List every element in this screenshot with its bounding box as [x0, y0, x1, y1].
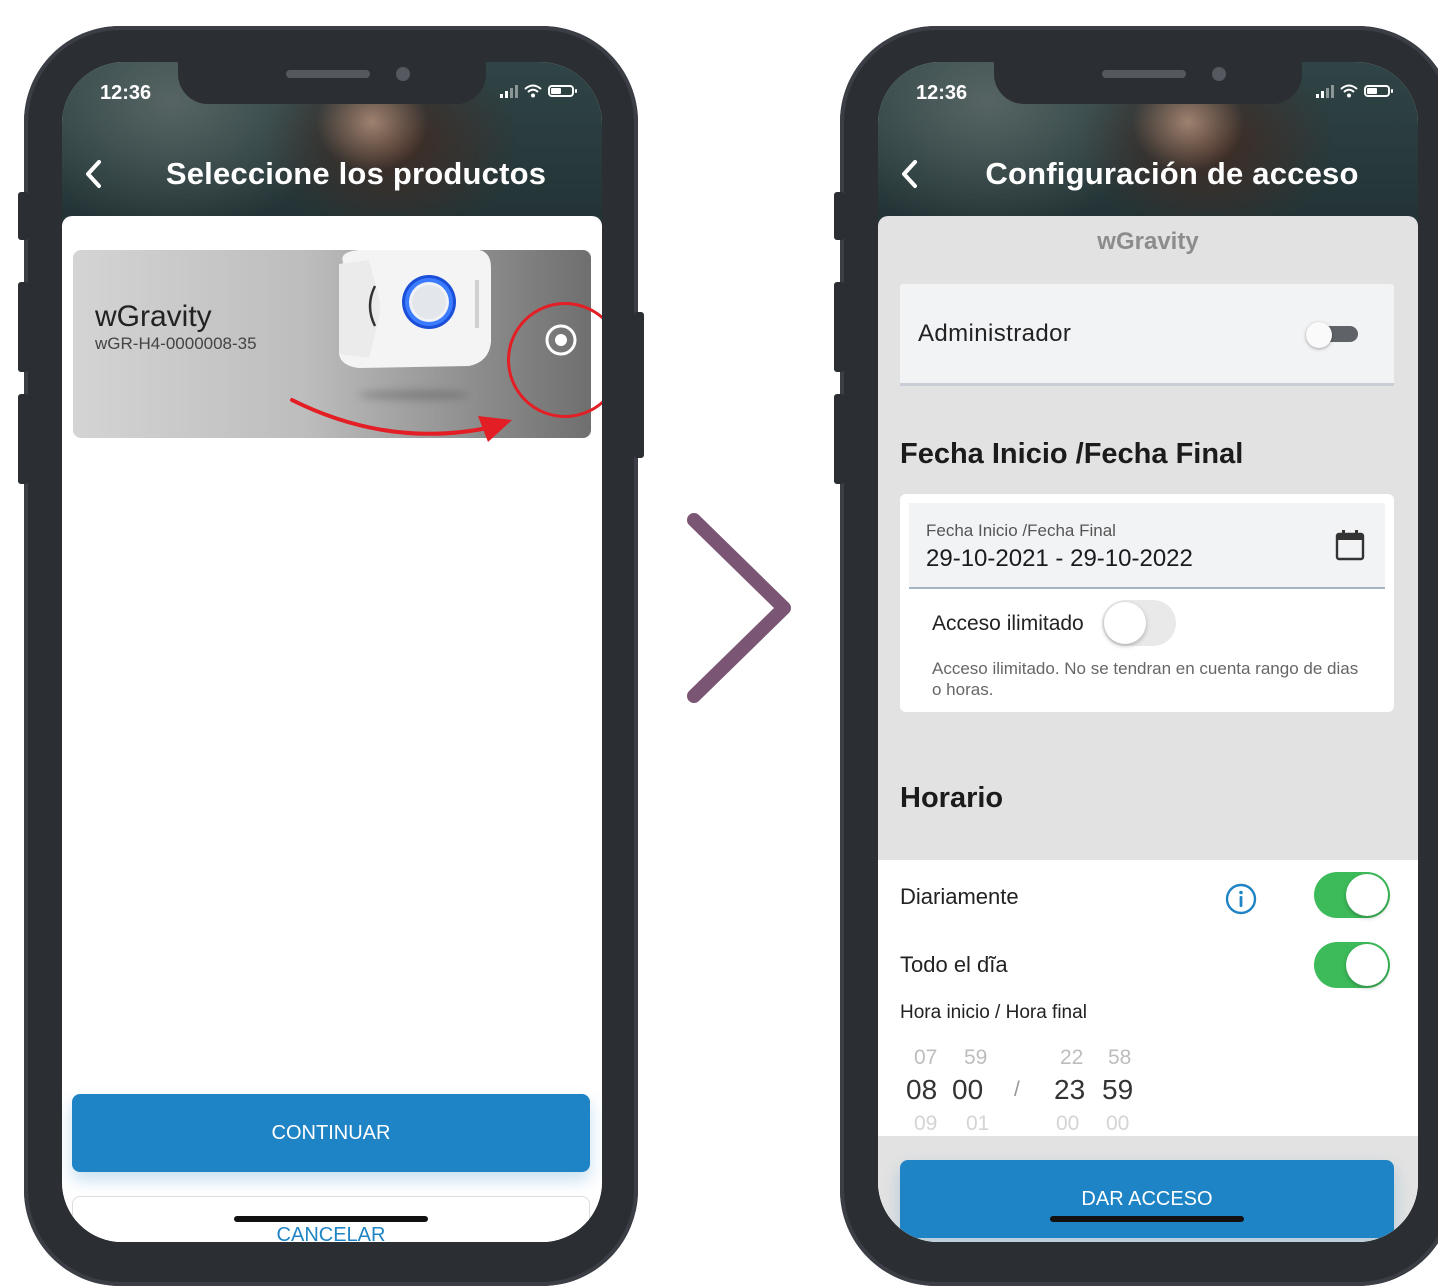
phone-power-button: [634, 312, 644, 458]
nav-bar: Configuración de acceso: [878, 144, 1418, 204]
info-icon[interactable]: [1224, 882, 1258, 916]
end-hour-prev: 22: [1060, 1046, 1084, 1069]
time-range-separator: /: [1014, 1078, 1020, 1101]
unlimited-access-label: Acceso ilimitado: [932, 612, 1084, 635]
product-name: wGravity: [95, 300, 212, 333]
schedule-area: Diariamente Todo el dĩa Hora inicio / Ho…: [878, 860, 1418, 1136]
schedule-heading: Horario: [900, 782, 1004, 814]
unlimited-access-help: Acceso ilimitado. No se tendran en cuent…: [932, 659, 1359, 699]
phone-mute-switch: [834, 192, 844, 240]
give-access-button[interactable]: DAR ACCESO: [900, 1160, 1394, 1238]
product-serial: wGR-H4-0000008-35: [95, 334, 257, 353]
daily-toggle[interactable]: [1314, 872, 1390, 918]
start-hour-next: 09: [914, 1112, 938, 1135]
end-minute-current[interactable]: 59: [1102, 1074, 1133, 1106]
time-picker[interactable]: 07 08 09 59 00 01 / 22 23 00 58 59 00: [900, 1046, 1200, 1136]
date-card: Fecha Inicio /Fecha Final 29-10-2021 - 2…: [900, 494, 1394, 712]
all-day-label: Todo el dĩa: [900, 952, 1008, 977]
end-minute-prev: 58: [1108, 1046, 1132, 1069]
end-minute-next: 00: [1106, 1112, 1130, 1135]
wifi-icon: [524, 84, 542, 98]
phone-volume-up: [18, 282, 28, 372]
end-hour-current[interactable]: 23: [1054, 1074, 1085, 1106]
date-section-heading: Fecha Inicio /Fecha Final: [900, 438, 1244, 470]
admin-toggle-knob: [1306, 322, 1332, 348]
phone-volume-up: [834, 282, 844, 372]
status-icons: [500, 84, 577, 98]
speaker: [1102, 70, 1186, 78]
page-title: Seleccione los productos: [165, 156, 547, 191]
wgravity-device-image: [339, 250, 491, 368]
home-indicator: [1050, 1216, 1244, 1222]
unlimited-access-toggle[interactable]: [1102, 600, 1176, 646]
admin-toggle[interactable]: [1306, 322, 1358, 348]
chevron-right-icon: [687, 513, 791, 703]
daily-label: Diariamente: [900, 884, 1019, 909]
start-hour-prev: 07: [914, 1046, 938, 1069]
signal-icon: [1316, 84, 1334, 98]
notch: [994, 62, 1302, 104]
all-day-toggle[interactable]: [1314, 942, 1390, 988]
phone-frame-left: 12:36 Seleccione los productos wGravity …: [18, 26, 644, 1286]
status-time: 12:36: [100, 82, 152, 104]
admin-row: Administrador: [900, 284, 1394, 386]
start-minute-prev: 59: [964, 1046, 988, 1069]
phone-mute-switch: [18, 192, 28, 240]
start-minute-current[interactable]: 00: [952, 1074, 983, 1106]
home-indicator: [234, 1216, 428, 1222]
camera: [1212, 67, 1226, 81]
battery-icon: [1364, 85, 1393, 97]
back-arrow-icon[interactable]: [82, 158, 106, 190]
start-hour-current[interactable]: 08: [906, 1074, 937, 1106]
date-range-field[interactable]: Fecha Inicio /Fecha Final 29-10-2021 - 2…: [909, 503, 1385, 589]
phone-frame-right: 12:36 Configuración de acceso wGravity A…: [834, 26, 1438, 1286]
unlimited-toggle-knob: [1104, 602, 1146, 644]
admin-label: Administrador: [918, 320, 1072, 347]
start-minute-next: 01: [966, 1112, 990, 1135]
nav-bar: Seleccione los productos: [62, 144, 602, 204]
daily-toggle-knob: [1346, 874, 1388, 916]
notch: [178, 62, 486, 104]
bottom-action-bar: DAR ACCESO: [878, 1136, 1418, 1242]
status-time: 12:36: [916, 82, 968, 104]
calendar-icon[interactable]: [1335, 529, 1365, 561]
continue-button[interactable]: CONTINUAR: [72, 1094, 590, 1172]
page-title: Configuración de acceso: [985, 156, 1359, 191]
phone-volume-down: [18, 394, 28, 484]
screen-select-products: 12:36 Seleccione los productos wGravity …: [62, 62, 602, 1242]
date-range-label: Fecha Inicio /Fecha Final: [926, 521, 1116, 540]
screen-access-configuration: 12:36 Configuración de acceso wGravity A…: [878, 62, 1418, 1242]
signal-icon: [500, 84, 518, 98]
hours-label: Hora inicio / Hora final: [900, 1002, 1087, 1023]
wifi-icon: [1340, 84, 1358, 98]
access-config-panel: wGravity Administrador Fecha Inicio /Fec…: [878, 216, 1418, 1242]
all-day-toggle-knob: [1346, 944, 1388, 986]
date-range-value: 29-10-2021 - 29-10-2022: [926, 545, 1193, 572]
curved-arrow-annotation: [290, 398, 512, 442]
speaker: [286, 70, 370, 78]
end-hour-next: 00: [1056, 1112, 1080, 1135]
product-subtitle: wGravity: [1097, 228, 1199, 255]
camera: [396, 67, 410, 81]
status-icons: [1316, 84, 1393, 98]
battery-icon: [548, 85, 577, 97]
back-arrow-icon[interactable]: [898, 158, 922, 190]
phone-volume-down: [834, 394, 844, 484]
